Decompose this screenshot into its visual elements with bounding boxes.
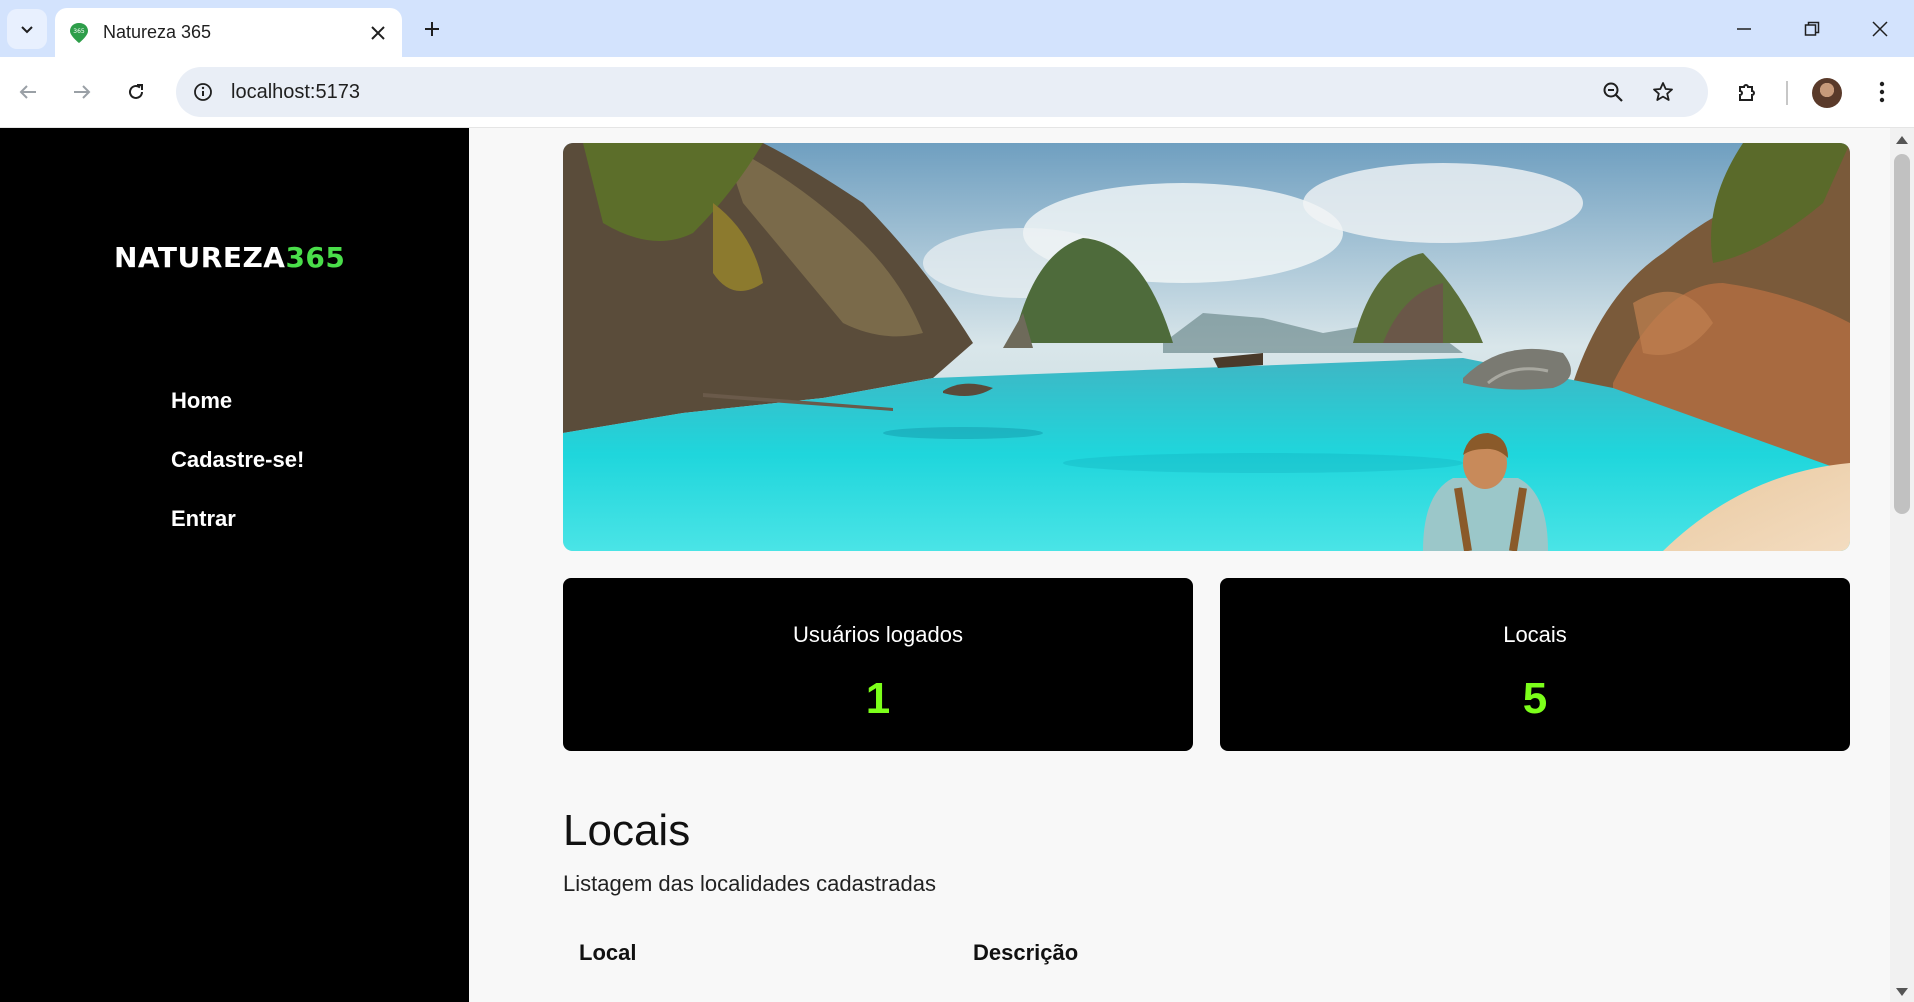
new-tab-button[interactable]: [412, 9, 452, 49]
sidebar-item-entrar[interactable]: Entrar: [171, 506, 236, 532]
chevron-down-icon: [21, 26, 33, 34]
stat-label: Usuários logados: [793, 622, 963, 647]
sidebar-item-cadastre[interactable]: Cadastre-se!: [171, 447, 304, 473]
close-icon: [371, 25, 385, 40]
arrow-right-icon: [74, 85, 91, 99]
page-viewport: NATUREZA365 Home Cadastre-se! Entrar Usu…: [0, 128, 1914, 1002]
star-icon: [1653, 82, 1673, 101]
tab-title: Natureza 365: [103, 22, 212, 42]
map-pin-favicon-icon: 365: [70, 22, 88, 43]
kebab-menu-icon: [1879, 81, 1885, 103]
scroll-down-arrow-icon[interactable]: [1896, 988, 1908, 996]
restore-icon: [1804, 21, 1820, 36]
info-icon: [194, 83, 212, 101]
minimize-button[interactable]: [1710, 0, 1778, 57]
logo-accent: 365: [285, 241, 346, 274]
stat-value: 1: [865, 674, 891, 723]
table-header-local: Local: [579, 940, 637, 965]
minimize-icon: [1737, 27, 1751, 30]
scroll-up-arrow-icon[interactable]: [1896, 136, 1908, 144]
bookmark-button[interactable]: [1646, 75, 1680, 109]
url-text[interactable]: localhost:5173: [231, 81, 360, 104]
page-scrollbar[interactable]: [1890, 128, 1914, 1002]
tab-close-button[interactable]: [360, 15, 396, 51]
browser-toolbar: localhost:5173: [0, 57, 1914, 128]
restore-button[interactable]: [1778, 0, 1846, 57]
zoom-button[interactable]: [1596, 75, 1630, 109]
main-content: Usuários logados 1 Locais 5 Locais Lista…: [523, 128, 1873, 1002]
address-bar[interactable]: localhost:5173: [176, 67, 1708, 117]
tab-search-button[interactable]: [7, 9, 47, 49]
forward-button[interactable]: [60, 70, 104, 114]
arrow-left-icon: [19, 85, 36, 99]
close-icon: [1872, 20, 1888, 37]
section-title: Locais: [563, 806, 691, 855]
section-subtitle: Listagem das localidades cadastradas: [563, 871, 937, 896]
reload-button[interactable]: [114, 70, 158, 114]
back-button[interactable]: [6, 70, 50, 114]
close-window-button[interactable]: [1846, 0, 1914, 57]
browser-tab-bar: 365 Natureza 365: [0, 0, 1914, 57]
stat-card-locais: Locais 5: [1220, 578, 1850, 751]
reload-icon: [129, 84, 143, 99]
toolbar-divider: [1786, 81, 1788, 105]
profile-avatar[interactable]: [1812, 78, 1842, 108]
browser-menu-button[interactable]: [1864, 74, 1900, 110]
logo[interactable]: NATUREZA365: [114, 241, 345, 274]
plus-icon: [425, 22, 439, 36]
table-header-descricao: Descrição: [973, 940, 1079, 965]
sidebar-item-home[interactable]: Home: [171, 388, 232, 414]
puzzle-icon: [1739, 84, 1755, 101]
extensions-button[interactable]: [1730, 74, 1766, 110]
stat-card-usuarios: Usuários logados 1: [563, 578, 1193, 751]
zoom-out-icon: [1603, 82, 1623, 102]
sidebar: NATUREZA365 Home Cadastre-se! Entrar: [0, 128, 469, 1002]
browser-tab[interactable]: 365 Natureza 365: [55, 8, 402, 57]
hero-image: [563, 143, 1850, 551]
svg-text:365: 365: [73, 28, 85, 35]
stat-label: Locais: [1503, 622, 1567, 647]
scroll-thumb[interactable]: [1894, 154, 1910, 514]
logo-main: NATUREZA: [114, 241, 286, 274]
site-info-button[interactable]: [188, 77, 218, 107]
stat-value: 5: [1522, 674, 1548, 723]
